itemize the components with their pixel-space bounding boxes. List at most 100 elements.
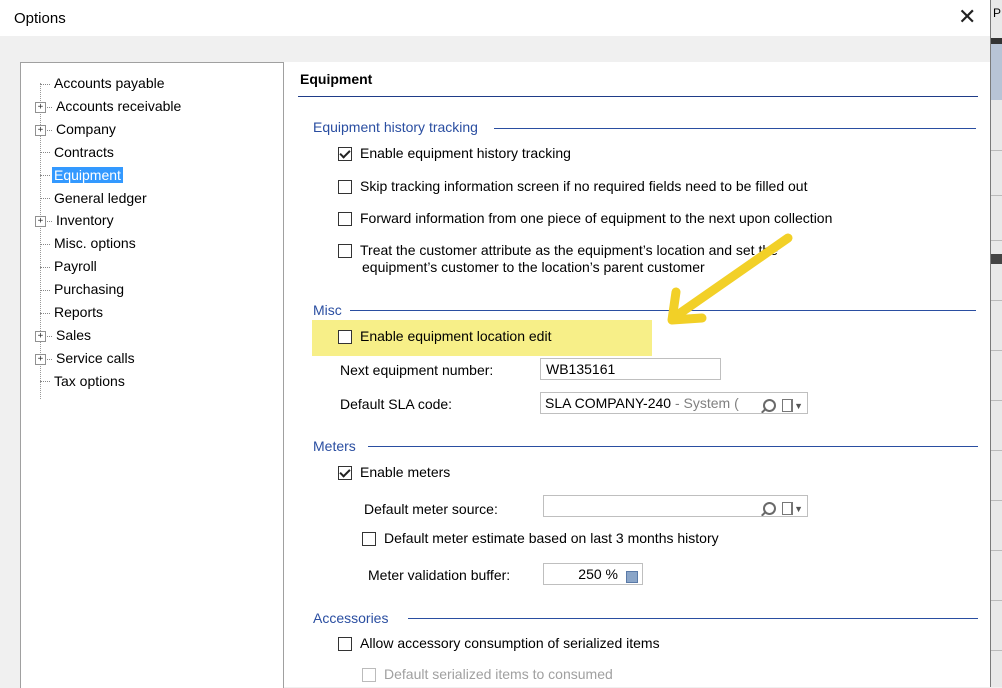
- location-edit-label: Enable equipment location edit: [360, 328, 552, 344]
- tree-item[interactable]: + Company: [35, 119, 118, 139]
- skip-tracking-row: Skip tracking information screen if no r…: [338, 177, 807, 195]
- tree-connector: [40, 381, 50, 383]
- tree-connector: [40, 266, 50, 268]
- window-title: Options: [14, 10, 66, 27]
- buffer-value: 250 %: [578, 566, 618, 582]
- forward-info-row: Forward information from one piece of eq…: [338, 209, 832, 227]
- tree-item[interactable]: Payroll: [35, 256, 99, 276]
- tree-item[interactable]: + Service calls: [35, 348, 137, 368]
- sla-suffix: - System: [671, 395, 731, 411]
- buffer-icons: [622, 566, 638, 584]
- background-line: [991, 400, 1002, 401]
- background-window-text: P: [993, 6, 1002, 20]
- tree-connector: [40, 312, 50, 314]
- tree-connector: [47, 129, 52, 131]
- tree-item[interactable]: Tax options: [35, 371, 127, 391]
- tree-item-label: Tax options: [54, 372, 125, 389]
- background-line: [991, 350, 1002, 351]
- accessory-consumption-checkbox[interactable]: [338, 637, 352, 651]
- tree-connector: [40, 175, 50, 177]
- tree-item[interactable]: + Accounts receivable: [35, 96, 183, 116]
- background-line: [991, 650, 1002, 651]
- close-icon[interactable]: ✕: [958, 4, 976, 30]
- tree-item[interactable]: Equipment: [35, 165, 123, 185]
- flag-icon[interactable]: [782, 502, 794, 516]
- background-block: [991, 44, 1002, 100]
- tree-item-label: Purchasing: [54, 281, 125, 298]
- magnifier-icon[interactable]: [763, 502, 777, 516]
- section-rule: [350, 310, 976, 311]
- enable-history-checkbox[interactable]: [338, 147, 352, 161]
- sla-icons: ▼: [760, 395, 803, 413]
- tree-item[interactable]: Reports: [35, 302, 105, 322]
- background-line: [991, 600, 1002, 601]
- expand-icon[interactable]: +: [35, 330, 46, 342]
- meter-source-label: Default meter source:: [364, 501, 498, 517]
- section-rule: [494, 128, 976, 129]
- buffer-label: Meter validation buffer:: [368, 567, 511, 583]
- tree-item[interactable]: Accounts payable: [35, 73, 167, 93]
- default-consumed-checkbox: [362, 668, 376, 682]
- next-number-input[interactable]: WB135161: [540, 358, 721, 380]
- background-line: [991, 240, 1002, 241]
- calculator-icon[interactable]: [626, 570, 638, 583]
- accessory-consumption-label: Allow accessory consumption of serialize…: [360, 635, 660, 651]
- skip-tracking-checkbox[interactable]: [338, 180, 352, 194]
- expand-icon[interactable]: +: [35, 124, 46, 136]
- forward-info-checkbox[interactable]: [338, 212, 352, 226]
- tree-connector: [47, 335, 52, 337]
- section-rule: [368, 446, 978, 447]
- tree-item[interactable]: Misc. options: [35, 233, 138, 253]
- tree-item[interactable]: Purchasing: [35, 279, 126, 299]
- tree-item-label: Service calls: [56, 349, 135, 366]
- skip-tracking-label: Skip tracking information screen if no r…: [360, 178, 808, 194]
- tree-item-label: Inventory: [56, 212, 114, 229]
- tree-connector: [40, 289, 50, 291]
- enable-meters-checkbox[interactable]: [338, 466, 352, 480]
- default-consumed-row: Default serialized items to consumed: [362, 665, 613, 683]
- tree-item[interactable]: + Inventory: [35, 210, 116, 230]
- background-line: [991, 500, 1002, 501]
- panel-title-rule: [298, 96, 978, 97]
- tree-item-label: Accounts receivable: [56, 97, 182, 114]
- tree-item-label: General ledger: [54, 189, 147, 206]
- section-title-misc: Misc: [313, 302, 348, 318]
- sla-label: Default SLA code:: [340, 396, 453, 412]
- panel-title: Equipment: [300, 71, 373, 87]
- tree-item[interactable]: General ledger: [35, 188, 149, 208]
- tree-item[interactable]: Contracts: [35, 142, 116, 162]
- magnifier-icon[interactable]: [763, 399, 777, 413]
- meter-source-icons: ▼: [763, 498, 803, 516]
- tree-connector: [47, 221, 52, 223]
- enable-meters-label: Enable meters: [360, 464, 451, 480]
- next-number-value: WB135161: [546, 361, 616, 377]
- treat-location-checkbox[interactable]: [338, 244, 352, 258]
- flag-icon[interactable]: [782, 399, 794, 413]
- chevron-down-icon[interactable]: ▼: [794, 396, 803, 413]
- tree-item-label: Payroll: [54, 258, 97, 275]
- chevron-down-icon[interactable]: ▼: [794, 499, 803, 516]
- tree-item-label: Misc. options: [54, 235, 136, 252]
- background-line: [991, 300, 1002, 301]
- background-line: [991, 550, 1002, 551]
- expand-icon[interactable]: +: [35, 216, 46, 228]
- tree-item-label: Reports: [54, 304, 104, 320]
- meter-estimate-checkbox[interactable]: [362, 532, 376, 546]
- expand-icon[interactable]: +: [35, 101, 46, 113]
- sla-value: SLA COMPANY-240: [545, 395, 672, 411]
- buffer-input[interactable]: 250 %: [543, 563, 643, 585]
- enable-history-row: Enable equipment history tracking: [338, 144, 571, 162]
- location-edit-checkbox[interactable]: [338, 330, 352, 344]
- meter-source-input[interactable]: ▼: [543, 495, 808, 517]
- options-tree: Accounts payable + Accounts receivable + Com…: [20, 62, 284, 688]
- tree-item[interactable]: + Sales: [35, 325, 93, 345]
- accessory-consumption-row: Allow accessory consumption of serialize…: [338, 634, 660, 652]
- tree-item-label: Equipment: [52, 166, 123, 183]
- meter-estimate-label: Default meter estimate based on last 3 m…: [384, 530, 719, 546]
- background-line: [991, 450, 1002, 451]
- background-window-edge: P: [990, 0, 1002, 687]
- background-bar: [991, 254, 1002, 264]
- background-line: [991, 150, 1002, 151]
- sla-input[interactable]: SLA COMPANY-240 - System ( ▼: [540, 392, 808, 414]
- expand-icon[interactable]: +: [35, 353, 46, 365]
